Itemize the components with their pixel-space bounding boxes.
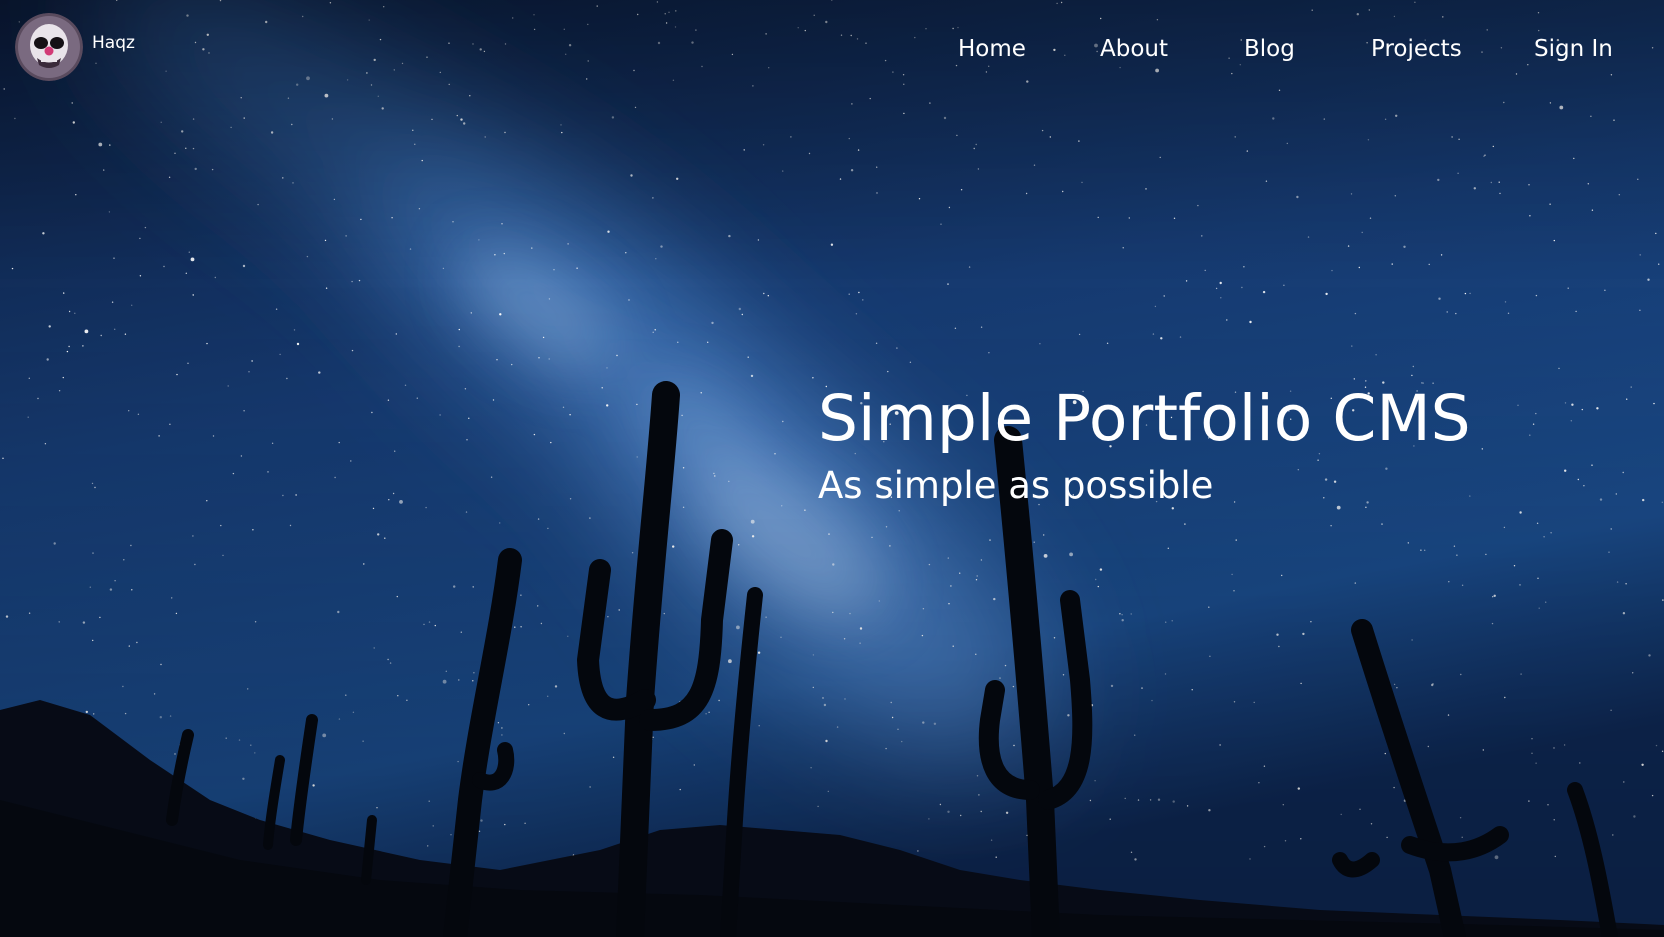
nav-about-link[interactable]: About [1100,32,1168,66]
nav-home-link[interactable]: Home [958,32,1026,66]
hero-title: Simple Portfolio CMS [818,382,1471,455]
nav-menu: Home About Blog Projects Sign In [0,32,1664,72]
nav-sign-in-link[interactable]: Sign In [1534,32,1613,66]
hero-subtitle: As simple as possible [818,464,1214,507]
nav-projects-link[interactable]: Projects [1371,32,1462,66]
portfolio-home-page: Haqz Home About Blog Projects Sign In Si… [0,0,1664,937]
hero-text-block: Simple Portfolio CMS As simple as possib… [818,378,1578,510]
nav-blog-link[interactable]: Blog [1244,32,1295,66]
top-navbar: Haqz Home About Blog Projects Sign In [0,0,1664,100]
